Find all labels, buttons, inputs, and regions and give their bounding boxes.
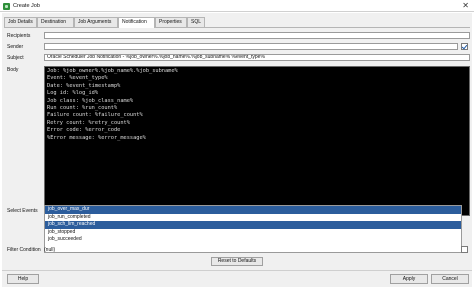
tab-job-details[interactable]: Job Details [4,17,37,27]
sender-label: Sender [7,44,24,50]
cancel-button[interactable]: Cancel [431,274,469,284]
select-events-label: Select Events [7,208,38,214]
body-line: Date: %event_timestamp% [47,82,121,89]
tab-job-arguments[interactable]: Job Arguments [74,17,118,27]
event-item[interactable]: job_sch_lim_reached [45,221,461,229]
tab-properties[interactable]: Properties [155,17,187,27]
events-list[interactable]: job_over_max_dur job_run_completed job_s… [44,205,462,253]
help-button[interactable]: Help [7,274,39,284]
tab-sql[interactable]: SQL [187,17,205,27]
body-line: Failure count: %failure_count% [47,112,143,119]
event-item[interactable]: job_succeeded [45,236,461,244]
body-textarea[interactable]: Job: %job_owner%.%job_name%.%job_subname… [44,66,470,216]
footer-divider [2,270,472,271]
apply-button[interactable]: Apply [390,274,428,284]
body-line: Run count: %run_count% [47,105,118,112]
body-label: Body [7,67,19,73]
filter-condition-value: (null) [44,247,56,253]
body-line: Error code: %error_code [47,127,121,134]
event-item[interactable]: job_run_completed [45,214,461,222]
close-icon[interactable]: ✕ [462,1,469,10]
filter-condition-checkbox[interactable] [461,246,468,253]
subject-input[interactable]: Oracle Scheduler Job Notification - %job… [44,54,470,61]
sender-checkbox[interactable] [461,43,468,50]
body-line: %Error message: %error_message% [47,134,146,141]
reset-to-defaults-button[interactable]: Reset to Defaults [211,257,263,266]
create-job-dialog: Job Details Destination Job Arguments No… [2,13,472,287]
body-line: Event: %event_type% [47,75,108,82]
app-icon [3,3,10,10]
event-item[interactable]: job_stopped [45,229,461,237]
filter-condition-label: Filter Condition [7,247,41,253]
sender-input[interactable] [44,43,458,50]
subject-label: Subject [7,55,24,61]
body-line: Job class: %job_class_name% [47,97,134,104]
tab-divider [4,27,470,28]
body-line: Job: %job_owner%.%job_name%.%job_subname… [47,68,178,74]
body-line: Log id: %log_id% [47,90,99,97]
tab-destination[interactable]: Destination [37,17,74,27]
recipients-label: Recipients [7,33,31,39]
body-line: Retry count: %retry_count% [47,119,130,126]
title-bar: Create Job ✕ [0,0,474,12]
event-item[interactable]: job_over_max_dur [45,206,461,214]
window-title: Create Job [13,3,40,9]
tab-notification[interactable]: Notification [118,17,155,28]
recipients-input[interactable] [44,32,470,39]
